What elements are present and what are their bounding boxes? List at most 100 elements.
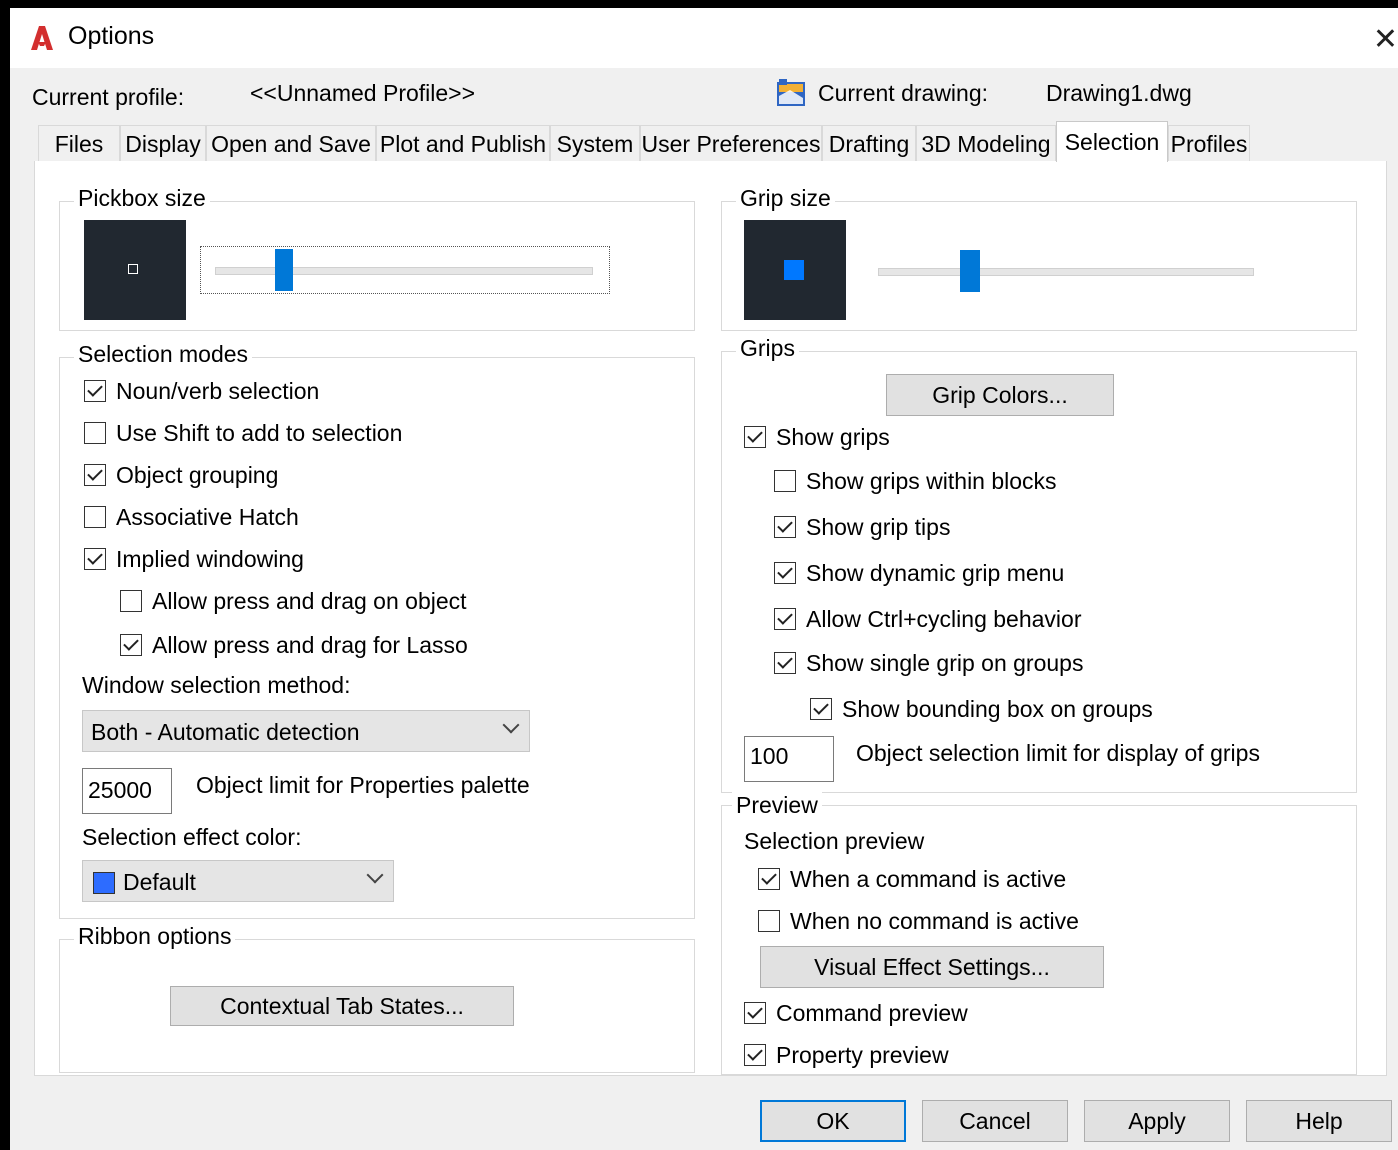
checkbox-label: Show bounding box on groups	[842, 696, 1153, 722]
tab-open-and-save[interactable]: Open and Save	[206, 125, 376, 161]
slider-track	[878, 268, 1254, 276]
checkbox-label: Command preview	[776, 1000, 968, 1026]
checkbox-label: Allow press and drag on object	[152, 588, 467, 614]
checkbox-label: Show grips within blocks	[806, 468, 1057, 494]
tab-display[interactable]: Display	[120, 125, 206, 161]
pickbox-size-label: Pickbox size	[74, 185, 210, 212]
checkbox-box[interactable]	[120, 590, 142, 612]
checkbox-label: When a command is active	[790, 866, 1067, 892]
checkbox-box[interactable]	[774, 652, 796, 674]
checkbox-label: Use Shift to add to selection	[116, 420, 403, 446]
pickbox-square	[128, 264, 138, 274]
checkbox-label: Allow press and drag for Lasso	[152, 632, 468, 658]
grip-square	[784, 260, 804, 280]
selection-modes-group: Selection modes Noun/verb selection Use …	[59, 341, 695, 919]
checkbox-label: Object grouping	[116, 462, 279, 488]
checkbox-box[interactable]	[744, 426, 766, 448]
apply-button[interactable]: Apply	[1084, 1100, 1230, 1142]
select-value: Both - Automatic detection	[91, 719, 360, 745]
checkbox-box[interactable]	[84, 422, 106, 444]
tab-drafting[interactable]: Drafting	[822, 125, 916, 161]
current-profile-value: <<Unnamed Profile>>	[250, 80, 476, 106]
checkbox-label: Implied windowing	[116, 546, 304, 572]
checkbox-label: Show dynamic grip menu	[806, 560, 1065, 586]
checkbox-box[interactable]	[744, 1002, 766, 1024]
grips-label: Grips	[736, 335, 799, 362]
preview-label: Preview	[732, 792, 822, 819]
grip-size-preview	[744, 220, 846, 320]
pickbox-preview	[84, 220, 186, 320]
checkbox-box[interactable]	[810, 698, 832, 720]
help-button[interactable]: Help	[1246, 1100, 1392, 1142]
current-drawing-label: Current drawing:	[818, 80, 989, 106]
tab-files[interactable]: Files	[38, 125, 120, 161]
current-profile-label: Current profile:	[32, 84, 185, 110]
tab-profiles[interactable]: Profiles	[1168, 125, 1250, 161]
contextual-tab-states-button[interactable]: Contextual Tab States...	[170, 986, 514, 1026]
chevron-down-icon	[366, 866, 384, 884]
tab-user-preferences[interactable]: User Preferences	[640, 125, 822, 161]
checkbox-label: Show grip tips	[806, 514, 951, 540]
grip-limit-label: Object selection limit for display of gr…	[856, 740, 1260, 766]
checkbox-box[interactable]	[84, 464, 106, 486]
drawing-icon	[777, 79, 805, 106]
grips-group: Grips Grip Colors... Show grips Show gri…	[721, 335, 1357, 793]
checkbox-box[interactable]	[84, 380, 106, 402]
checkbox-box[interactable]	[774, 608, 796, 630]
ribbon-options-group: Ribbon options Contextual Tab States...	[59, 923, 695, 1073]
preview-group: Preview Selection preview When a command…	[721, 792, 1357, 1075]
tab-3d-modeling[interactable]: 3D Modeling	[916, 125, 1056, 161]
checkbox-box[interactable]	[120, 634, 142, 656]
object-limit-label: Object limit for Properties palette	[196, 772, 530, 798]
pickbox-size-group: Pickbox size	[59, 185, 695, 331]
checkbox-box[interactable]	[758, 910, 780, 932]
selection-tab-panel: Pickbox size Grip size Selection modes N…	[34, 161, 1387, 1076]
tab-plot-and-publish[interactable]: Plot and Publish	[376, 125, 550, 161]
checkbox-box[interactable]	[744, 1044, 766, 1066]
checkbox-label: Associative Hatch	[116, 504, 299, 530]
current-drawing-value: Drawing1.dwg	[1046, 80, 1192, 106]
checkbox-label: Show grips	[776, 424, 890, 450]
grip-limit-input[interactable]: 100	[744, 736, 834, 782]
effect-color-label: Selection effect color:	[82, 824, 302, 850]
tab-system[interactable]: System	[550, 125, 640, 161]
grip-size-label: Grip size	[736, 185, 835, 212]
checkbox-box[interactable]	[84, 506, 106, 528]
window-method-select[interactable]: Both - Automatic detection	[82, 710, 530, 752]
grip-size-group: Grip size	[721, 185, 1357, 331]
slider-track	[215, 267, 593, 275]
grip-colors-button[interactable]: Grip Colors...	[886, 374, 1114, 416]
window-method-label: Window selection method:	[82, 672, 351, 698]
visual-effect-settings-button[interactable]: Visual Effect Settings...	[760, 946, 1104, 988]
checkbox-label: Show single grip on groups	[806, 650, 1084, 676]
window-title: Options	[68, 22, 155, 50]
checkbox-box[interactable]	[774, 470, 796, 492]
ribbon-options-label: Ribbon options	[74, 923, 236, 950]
cancel-button[interactable]: Cancel	[922, 1100, 1068, 1142]
checkbox-label: When no command is active	[790, 908, 1079, 934]
selection-modes-label: Selection modes	[74, 341, 253, 368]
selection-preview-label: Selection preview	[744, 828, 925, 854]
grip-size-slider[interactable]	[872, 248, 1262, 292]
autocad-a-icon	[31, 26, 53, 50]
title-bar: Options ✕	[10, 8, 1398, 68]
pickbox-size-slider[interactable]	[200, 246, 610, 294]
slider-thumb[interactable]	[275, 249, 294, 291]
effect-color-select[interactable]: Default	[82, 860, 394, 902]
color-swatch	[93, 872, 115, 894]
checkbox-box[interactable]	[774, 562, 796, 584]
chevron-down-icon	[502, 716, 520, 734]
checkbox-box[interactable]	[774, 516, 796, 538]
checkbox-label: Allow Ctrl+cycling behavior	[806, 606, 1082, 632]
select-value: Default	[123, 869, 196, 895]
options-dialog: Options ✕ Current profile: <<Unnamed Pro…	[10, 8, 1398, 1150]
tab-selection[interactable]: Selection	[1056, 121, 1168, 162]
checkbox-box[interactable]	[758, 868, 780, 890]
object-limit-input[interactable]: 25000	[82, 768, 172, 814]
checkbox-box[interactable]	[84, 548, 106, 570]
checkbox-label: Noun/verb selection	[116, 378, 320, 404]
ok-button[interactable]: OK	[760, 1100, 906, 1142]
checkbox-label: Property preview	[776, 1042, 949, 1068]
close-icon[interactable]: ✕	[1373, 22, 1398, 57]
slider-thumb[interactable]	[960, 250, 981, 292]
